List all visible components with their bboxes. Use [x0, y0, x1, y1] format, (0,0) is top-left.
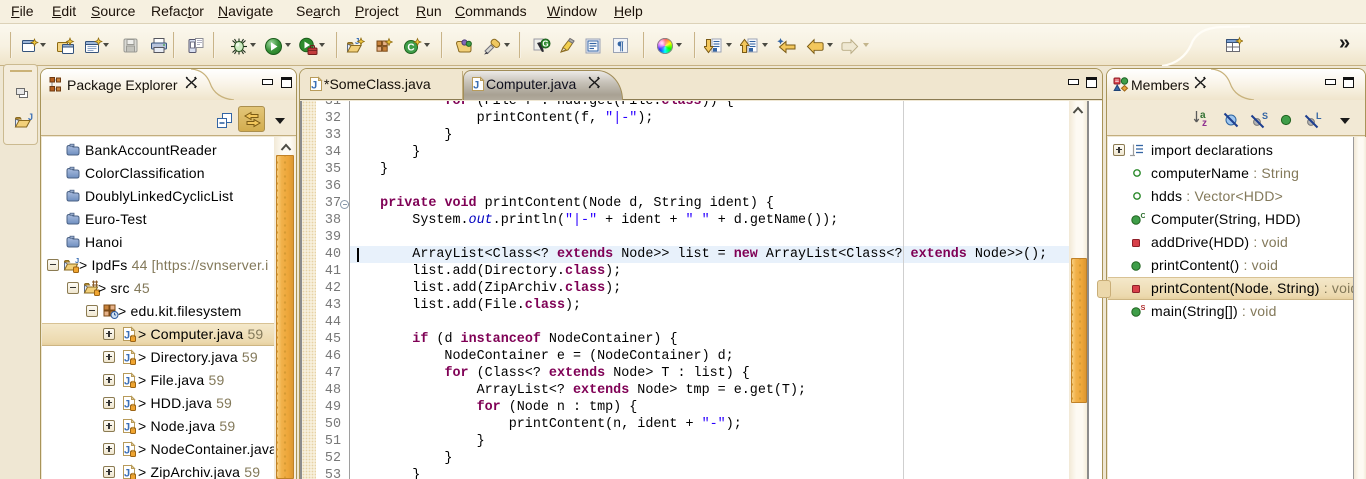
svg-text:J: J — [124, 421, 130, 433]
svg-text:J: J — [124, 398, 130, 410]
svg-text:J: J — [28, 112, 33, 122]
svg-text:G: G — [542, 40, 548, 49]
svg-text:C: C — [407, 43, 414, 54]
svg-text:L: L — [1316, 111, 1322, 121]
svg-text:J: J — [124, 444, 130, 456]
svg-text:J: J — [473, 80, 479, 92]
svg-text:¶: ¶ — [617, 38, 624, 53]
svg-text:J: J — [124, 352, 130, 364]
svg-text:S: S — [1141, 303, 1146, 312]
svg-text:J: J — [124, 467, 130, 479]
svg-text:C: C — [1141, 211, 1146, 220]
svg-text:S: S — [1262, 111, 1268, 121]
svg-text:J: J — [124, 375, 130, 387]
svg-text:z: z — [1202, 118, 1207, 128]
svg-text:J: J — [124, 329, 130, 341]
svg-text:J: J — [311, 80, 317, 92]
